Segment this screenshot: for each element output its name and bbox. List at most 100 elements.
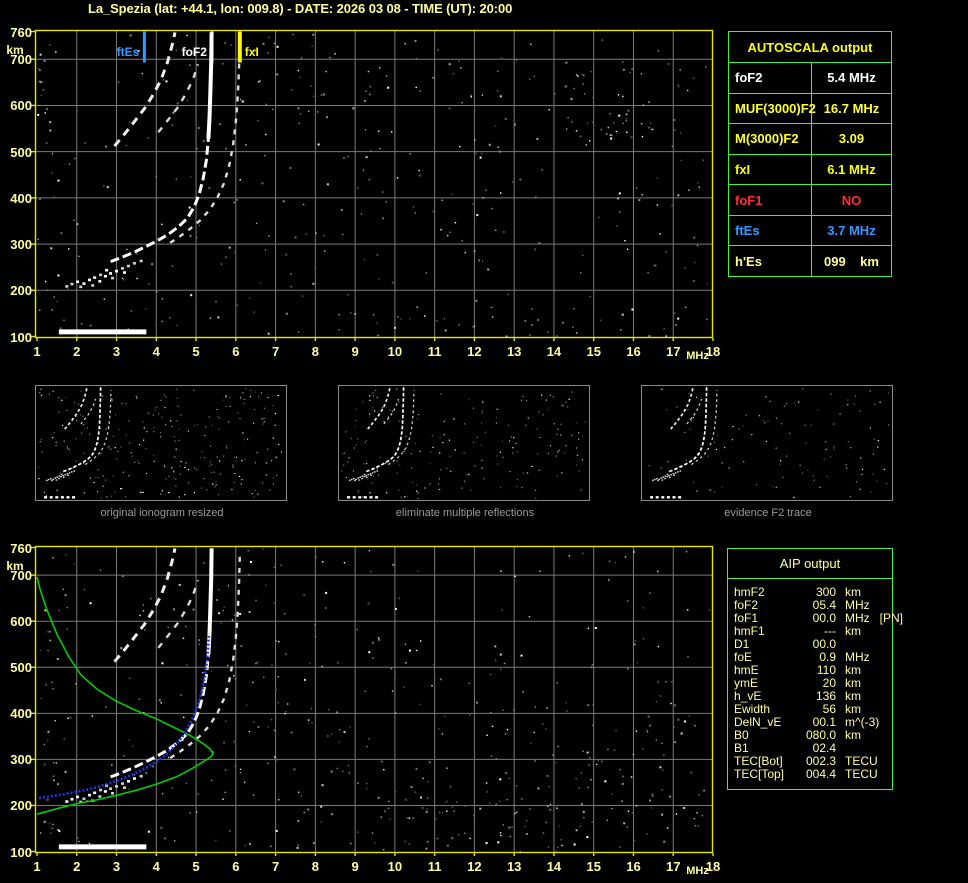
aip-param-unit: km bbox=[845, 728, 861, 742]
x-axis-tick-12: 12 bbox=[467, 344, 482, 359]
autoscala-row-hEs: h'Es 099 km bbox=[729, 246, 891, 277]
x-axis-tick-16: 16 bbox=[626, 859, 641, 874]
profile-ionogram-plot-area bbox=[31, 545, 714, 856]
x-axis-tick-14: 14 bbox=[546, 859, 562, 874]
e-region-echo bbox=[76, 280, 80, 284]
second-hop-o-trace bbox=[113, 548, 177, 663]
e-region-echo bbox=[111, 791, 115, 795]
e-region-echo bbox=[122, 271, 126, 274]
x-axis-tick-2: 2 bbox=[73, 859, 81, 874]
x-axis-tick-4: 4 bbox=[152, 859, 160, 874]
x-axis-tick-8: 8 bbox=[311, 344, 319, 359]
f2-o-trace-asymptote bbox=[206, 548, 214, 655]
aip-param-unit: TECU bbox=[845, 767, 878, 781]
autoscala-param-value: 3.7 MHz bbox=[827, 223, 876, 239]
e-region-echo bbox=[105, 268, 109, 272]
x-axis-tick-9: 9 bbox=[351, 859, 359, 874]
x-axis-tick-17: 17 bbox=[666, 344, 681, 359]
x-axis-tick-4: 4 bbox=[152, 344, 160, 359]
autoscala-param-value: 16.7 MHz bbox=[823, 100, 880, 116]
thumbnail-caption: evidence F2 trace bbox=[724, 507, 812, 519]
x-axis-tick-13: 13 bbox=[506, 344, 522, 359]
e-region-echo bbox=[87, 278, 91, 282]
autoscala-output-title: AUTOSCALA output bbox=[729, 32, 891, 63]
plot-border bbox=[34, 545, 714, 854]
autoscala-param-label: h'Es bbox=[729, 246, 812, 277]
autoscala-row-MUF3000F2: MUF(3000)F2 16.7 MHz bbox=[729, 93, 891, 125]
autoscala-row-ftEs: ftEs 3.7 MHz bbox=[729, 215, 891, 247]
aip-param-value: 004.4 bbox=[805, 767, 836, 781]
y-axis-tick-300: 300 bbox=[10, 237, 32, 253]
aip-row-B0: B0 080.0 km bbox=[728, 729, 892, 742]
autoscala-param-value: 099 km bbox=[824, 253, 879, 269]
e-region-echo bbox=[82, 797, 86, 801]
autoscala-row-foF2: foF2 5.4 MHz bbox=[729, 63, 891, 94]
autoscala-output-rows: foF2 5.4 MHz MUF(3000)F2 16.7 MHz M(3000)F2 3… bbox=[729, 63, 891, 277]
autoscala-window: La_Spezia (lat: +44.1, lon: 009.8) - DAT… bbox=[0, 0, 968, 883]
x-axis-tick-7: 7 bbox=[271, 859, 280, 874]
y-axis-tick-200: 200 bbox=[10, 283, 32, 299]
e-region-echo bbox=[115, 269, 119, 273]
main-ionogram-plot-area: ftEs foF2 fxI bbox=[31, 29, 714, 341]
autoscala-row-M3000F2: M(3000)F2 3.09 bbox=[729, 124, 891, 155]
y-axis-tick-400: 400 bbox=[10, 706, 32, 722]
x-axis-tick-15: 15 bbox=[586, 859, 601, 874]
x-axis-tick-10: 10 bbox=[387, 344, 403, 359]
e-region-echo bbox=[115, 785, 119, 788]
autoscala-param-label: MUF(3000)F2 bbox=[729, 93, 816, 124]
aip-output-title: AIP output bbox=[728, 549, 892, 579]
x-axis-tick-9: 9 bbox=[351, 344, 359, 359]
plot-border bbox=[34, 29, 714, 339]
x-axis-tick-1: 1 bbox=[33, 344, 41, 359]
autoscala-param-value: 3.09 bbox=[838, 131, 865, 147]
autoscala-output-panel: AUTOSCALA output foF2 5.4 MHz MUF(3000)F2 1… bbox=[728, 31, 892, 277]
autoscala-row-fxI: fxI 6.1 MHz bbox=[729, 154, 891, 186]
thumbnail-plot-0 bbox=[38, 387, 283, 499]
x-axis-tick-6: 6 bbox=[232, 859, 240, 874]
marker-label-ftEs: ftEs bbox=[117, 45, 140, 59]
e-region-echo bbox=[70, 797, 74, 801]
y-axis-tick-600: 600 bbox=[10, 614, 32, 630]
station-title: La_Spezia (lat: +44.1, lon: 009.8) - DAT… bbox=[88, 1, 513, 16]
x-axis-tick-3: 3 bbox=[112, 344, 121, 359]
y-axis-tick-760: 760 bbox=[10, 24, 32, 40]
aip-output-panel: AIP output hmF2 300 km foF2 05.4 MHz foF1 00.0 M… bbox=[727, 548, 903, 790]
x-axis-tick-3: 3 bbox=[112, 859, 121, 874]
e-region-echo bbox=[132, 777, 136, 780]
autoscala-param-value: NO bbox=[841, 192, 862, 208]
x-axis-tick-5: 5 bbox=[192, 344, 200, 359]
autoscala-param-value: 6.1 MHz bbox=[827, 162, 876, 178]
x-axis-unit-label: MHz bbox=[686, 865, 709, 877]
aip-param-name: TEC[Top] bbox=[734, 767, 785, 781]
y-axis-tick-760: 760 bbox=[10, 540, 32, 556]
y-axis-tick-200: 200 bbox=[10, 798, 32, 814]
y-axis-tick-400: 400 bbox=[10, 190, 32, 206]
aip-param-unit: km bbox=[845, 624, 861, 638]
autoscala-row-foF1: foF1 NO bbox=[729, 185, 891, 216]
x-axis-tick-16: 16 bbox=[626, 344, 641, 359]
autoscala-param-value: 5.4 MHz bbox=[827, 70, 876, 86]
aip-row-TECTop: TEC[Top] 004.4 TECU bbox=[728, 768, 892, 781]
e-region-echo bbox=[82, 282, 86, 285]
f2-x-trace bbox=[169, 39, 241, 244]
autoscala-param-label: ftEs bbox=[729, 215, 812, 246]
autoscala-param-label: M(3000)F2 bbox=[729, 124, 812, 154]
marker-label-foF2: foF2 bbox=[182, 45, 208, 59]
aip-row-hmF1: hmF1 --- km bbox=[728, 625, 892, 638]
aip-output-rows: hmF2 300 km foF2 05.4 MHz foF1 00.0 MHz [PN] hmF1… bbox=[728, 579, 903, 781]
x-axis-tick-7: 7 bbox=[271, 344, 280, 359]
e-region-echo bbox=[93, 791, 97, 795]
x-axis-tick-13: 13 bbox=[506, 859, 522, 874]
x-axis-tick-6: 6 bbox=[232, 344, 240, 359]
e-region-echo bbox=[79, 285, 83, 289]
thumbnail-original-ionogram: original ionogram resized bbox=[35, 385, 287, 519]
x-axis-tick-1: 1 bbox=[33, 859, 41, 874]
e-region-echo bbox=[126, 779, 130, 783]
y-axis-unit-label: km bbox=[6, 42, 24, 57]
marker-label-fxI: fxI bbox=[245, 45, 259, 59]
e-region-echo bbox=[65, 285, 69, 288]
autoscala-param-label: fxI bbox=[729, 154, 812, 185]
y-axis-tick-600: 600 bbox=[10, 98, 32, 114]
e-region-echo bbox=[103, 790, 107, 793]
e-region-echo bbox=[99, 273, 103, 277]
